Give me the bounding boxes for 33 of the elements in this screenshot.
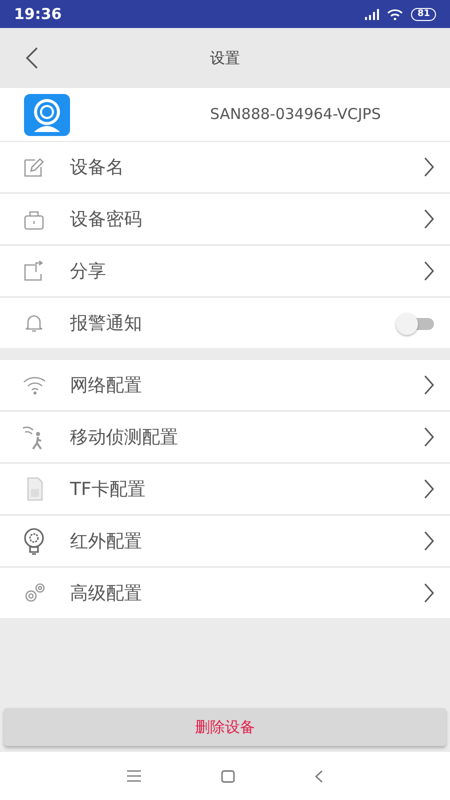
chevron-icon: [424, 479, 434, 499]
chevron-icon: [424, 209, 434, 229]
chevron-icon: [424, 531, 434, 551]
settings-row[interactable]: 分享: [0, 246, 450, 298]
signal-icon: [365, 8, 380, 20]
wifi-icon: [22, 374, 46, 396]
edit-icon: [22, 156, 46, 178]
settings-row[interactable]: 网络配置: [0, 360, 450, 412]
row-label: 报警通知: [70, 312, 143, 336]
back-icon[interactable]: [315, 770, 323, 782]
back-icon[interactable]: [26, 47, 38, 69]
home-icon[interactable]: [221, 770, 235, 782]
chevron-icon: [424, 375, 434, 395]
chevron-icon: [424, 427, 434, 447]
page-title: 设置: [210, 48, 240, 69]
share-icon: [22, 260, 46, 282]
settings-row[interactable]: 红外配置: [0, 516, 450, 568]
light-bulb-icon: [22, 528, 46, 554]
clock-time: 19:36: [14, 4, 62, 25]
settings-row[interactable]: 移动侦测配置: [0, 412, 450, 464]
toggle-switch[interactable]: [396, 313, 434, 333]
settings-row[interactable]: 设备密码: [0, 194, 450, 246]
battery-level: 81: [411, 8, 436, 20]
settings-row[interactable]: TF卡配置: [0, 464, 450, 516]
menu-icon[interactable]: [127, 770, 141, 782]
chevron-icon: [424, 583, 434, 603]
camera-app-icon: [24, 94, 70, 136]
chevron-icon: [424, 157, 434, 177]
device-id: SAN888-034964-VCJPS: [210, 104, 381, 126]
settings-row[interactable]: 高级配置: [0, 568, 450, 620]
chevron-icon: [424, 261, 434, 281]
settings-row[interactable]: 设备名: [0, 142, 450, 194]
wifi-icon: [387, 8, 404, 20]
